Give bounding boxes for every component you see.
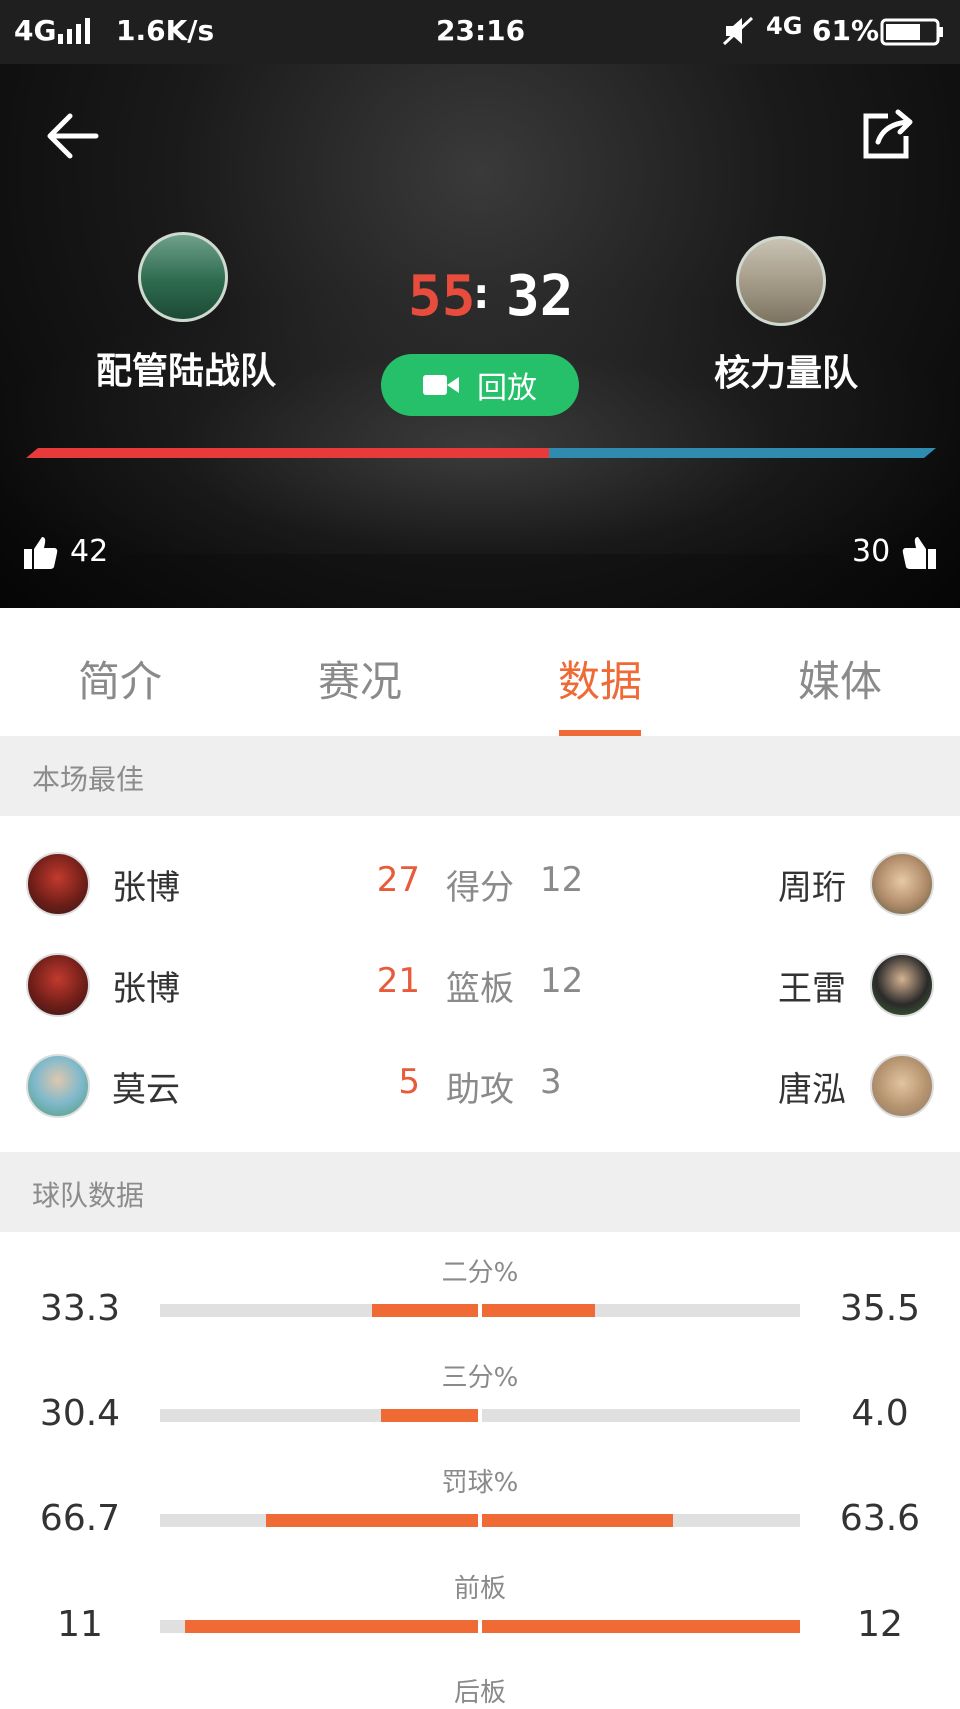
- away-stat-value: 35.5: [839, 1288, 921, 1329]
- share-button[interactable]: [858, 106, 916, 164]
- stat-label: 二分%: [441, 1258, 519, 1288]
- section-title: 球队数据: [32, 1179, 145, 1212]
- net-speed: 1.6K/s: [116, 14, 215, 47]
- away-player-avatar[interactable]: [870, 1054, 934, 1118]
- home-stat-value: 30.4: [39, 1393, 121, 1434]
- home-player-avatar[interactable]: [26, 1054, 90, 1118]
- home-stat-bar: [160, 1514, 478, 1527]
- away-player-value: 12: [540, 860, 584, 900]
- home-player-name: 莫云: [112, 1070, 180, 1110]
- replay-label: 回放: [477, 371, 537, 406]
- home-stat-value: 33.3: [39, 1288, 121, 1329]
- away-stat-bar: [482, 1620, 800, 1633]
- thumbs-up-icon: [902, 536, 937, 569]
- team-stat-row: 前板 11 12: [0, 1568, 960, 1674]
- team-stat-row: 罚球% 66.7 63.6: [0, 1462, 960, 1568]
- home-player-value: 27: [376, 860, 420, 900]
- home-like-button[interactable]: 42: [24, 534, 108, 569]
- stat-label-defensive-rebounds: 后板: [453, 1678, 506, 1708]
- away-player-avatar[interactable]: [870, 953, 934, 1017]
- away-like-button[interactable]: 30: [852, 534, 937, 569]
- arena-background: [0, 294, 960, 554]
- stat-label: 三分%: [441, 1363, 519, 1393]
- team-stat-row: 三分% 30.4 4.0: [0, 1357, 960, 1463]
- home-stat-value: 66.7: [39, 1498, 121, 1539]
- stat-label: 得分: [446, 868, 514, 908]
- best-players-header: 本场最佳: [0, 736, 960, 816]
- home-player-name: 张博: [112, 868, 180, 908]
- battery-icon: [880, 18, 944, 53]
- away-stat-bar: [482, 1514, 800, 1527]
- home-stat-fill: [185, 1620, 478, 1633]
- away-momentum-bar: [549, 448, 936, 458]
- away-team-logo[interactable]: [736, 236, 826, 326]
- home-player-value: 21: [376, 961, 420, 1001]
- away-stat-fill: [482, 1304, 595, 1317]
- tab-bar: 简介 赛况 数据 媒体: [0, 608, 960, 736]
- home-stat-bar: [160, 1620, 478, 1633]
- away-player-name: 王雷: [778, 969, 846, 1009]
- tab-media[interactable]: 媒体: [720, 648, 960, 709]
- best-row-rebounds[interactable]: 张博 21 篮板 12 王雷: [0, 933, 960, 1033]
- home-momentum-bar: [26, 448, 549, 458]
- stat-label: 罚球%: [441, 1468, 519, 1498]
- home-team-logo[interactable]: [138, 232, 228, 322]
- home-stat-bar: [160, 1304, 478, 1317]
- battery-percent: 61%: [812, 14, 880, 47]
- tab-stats[interactable]: 数据: [480, 648, 720, 709]
- clock: 23:16: [436, 14, 526, 47]
- home-player-value: 5: [398, 1062, 420, 1102]
- best-row-assists[interactable]: 莫云 5 助攻 3 唐泓: [0, 1034, 960, 1134]
- tab-live[interactable]: 赛况: [240, 648, 480, 709]
- team-stats-header: 球队数据: [0, 1152, 960, 1232]
- away-player-value: 12: [540, 961, 584, 1001]
- away-player-value: 3: [540, 1062, 562, 1102]
- share-icon: [863, 109, 913, 159]
- away-score: 32: [506, 264, 574, 329]
- home-player-name: 张博: [112, 969, 180, 1009]
- score-separator: :: [468, 268, 495, 319]
- signal-icon: [58, 18, 94, 51]
- away-likes-count: 30: [852, 534, 891, 569]
- away-player-name: 周珩: [778, 868, 846, 908]
- away-stat-value: 12: [857, 1604, 903, 1645]
- section-title: 本场最佳: [32, 763, 145, 796]
- away-team-name[interactable]: 核力量队: [714, 344, 858, 396]
- home-stat-fill: [381, 1409, 478, 1422]
- best-row-points[interactable]: 张博 27 得分 12 周珩: [0, 832, 960, 932]
- tab-intro[interactable]: 简介: [0, 648, 240, 709]
- home-score: 55: [408, 264, 476, 329]
- stat-label: 前板: [453, 1574, 506, 1604]
- home-player-avatar[interactable]: [26, 953, 90, 1017]
- home-stat-value: 11: [57, 1604, 103, 1645]
- arrow-left-icon: [47, 113, 99, 159]
- home-stat-fill: [372, 1304, 478, 1317]
- away-stat-value: 63.6: [839, 1498, 921, 1539]
- away-stat-fill: [482, 1514, 673, 1527]
- stat-label: 助攻: [446, 1070, 514, 1110]
- home-likes-count: 42: [70, 534, 109, 569]
- home-player-avatar[interactable]: [26, 852, 90, 916]
- away-stat-fill: [482, 1620, 800, 1633]
- home-team-name[interactable]: 配管陆战队: [96, 342, 276, 394]
- mute-icon: [722, 16, 754, 53]
- away-stat-bar: [482, 1304, 800, 1317]
- team-stat-row: 二分% 33.3 35.5: [0, 1252, 960, 1358]
- replay-button[interactable]: 回放: [381, 354, 579, 416]
- match-header: 配管陆战队 核力量队 55 : 32 回放 42 30: [0, 64, 960, 608]
- stat-label: 篮板: [446, 969, 514, 1009]
- home-stat-fill: [266, 1514, 478, 1527]
- back-button[interactable]: [44, 108, 100, 164]
- away-stat-value: 4.0: [851, 1393, 909, 1434]
- away-stat-bar: [482, 1409, 800, 1422]
- away-player-name: 唐泓: [778, 1070, 846, 1110]
- status-bar: 4G 1.6K/s 23:16 4G 61%: [0, 0, 960, 64]
- network-type-right: 4G: [766, 12, 803, 40]
- video-camera-icon: [423, 375, 459, 395]
- home-stat-bar: [160, 1409, 478, 1422]
- network-type: 4G: [14, 14, 57, 47]
- away-player-avatar[interactable]: [870, 852, 934, 916]
- thumbs-up-icon: [24, 536, 58, 569]
